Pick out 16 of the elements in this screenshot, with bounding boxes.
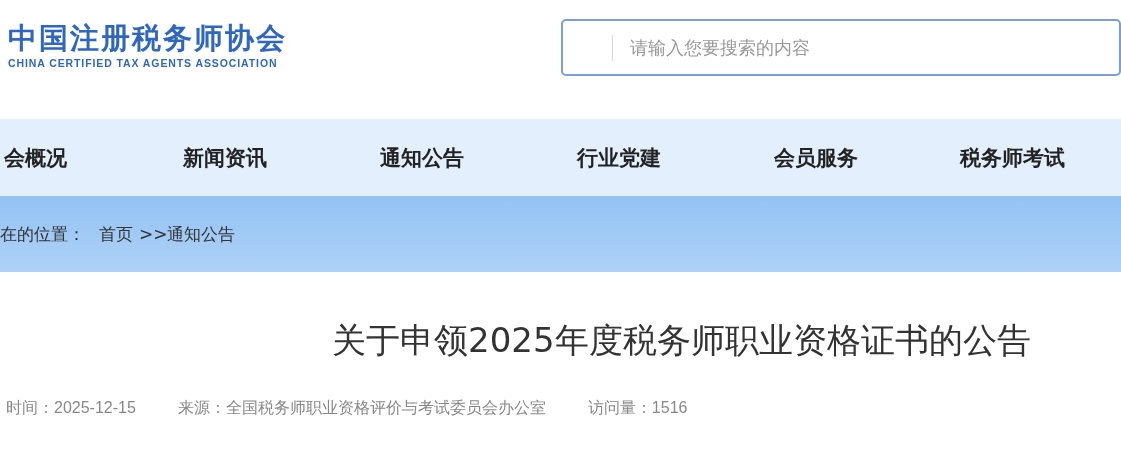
- logo-subtitle: CHINA CERTIFIED TAX AGENTS ASSOCIATION: [8, 57, 278, 69]
- nav-link[interactable]: 行业党建: [520, 143, 717, 172]
- logo-title[interactable]: 中国注册税务师协会: [8, 20, 287, 56]
- breadcrumb-current: >>通知公告: [139, 222, 236, 246]
- article-meta: 访问量：1516: [587, 398, 688, 418]
- nav-link[interactable]: 会概况: [0, 143, 126, 172]
- breadcrumb-link[interactable]: 首页: [99, 222, 133, 246]
- nav-link[interactable]: 会员服务: [717, 143, 914, 172]
- article-title: 关于申领2025年度税务师职业资格证书的公告: [332, 319, 1031, 362]
- nav-link[interactable]: 税务师考试: [914, 143, 1111, 172]
- article-meta: 来源：全国税务师职业资格评价与考试委员会办公室: [177, 398, 546, 418]
- nav-link[interactable]: 通知公告: [323, 143, 520, 172]
- breadcrumb-label: 在的位置：: [0, 222, 85, 246]
- article-meta: 时间：2025-12-15: [6, 398, 136, 418]
- nav-link[interactable]: 新闻资讯: [126, 143, 323, 172]
- search-field[interactable]: 请输入您要搜索的内容: [561, 19, 1121, 76]
